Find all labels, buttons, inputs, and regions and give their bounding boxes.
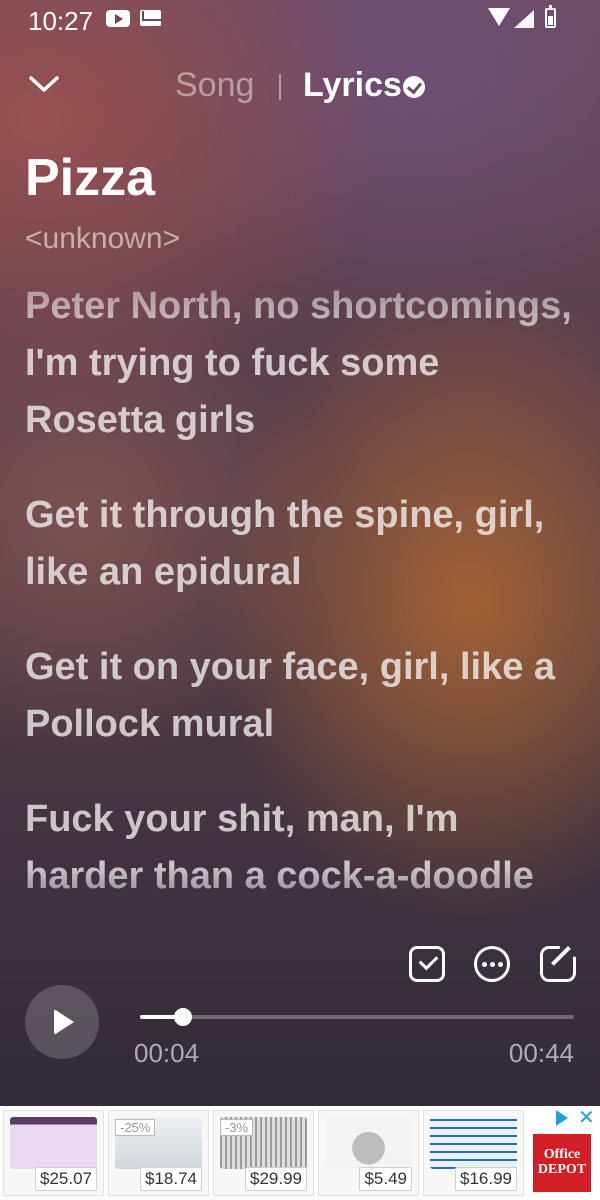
- song-title: Pizza: [25, 149, 156, 207]
- current-time: 00:04: [134, 1038, 200, 1068]
- ad-product[interactable]: -3% $29.99: [213, 1110, 314, 1196]
- ad-product[interactable]: -25% $18.74: [108, 1110, 209, 1196]
- lyric-stanza: Peter North, no shortcomings, I'm trying…: [25, 285, 572, 441]
- song-artist: <unknown>: [25, 222, 181, 255]
- progress-slider[interactable]: [140, 1008, 574, 1026]
- ad-product[interactable]: $5.49: [318, 1110, 419, 1196]
- ad-banner[interactable]: $25.07 -25% $18.74 -3% $29.99 $5.49 $16.…: [0, 1106, 600, 1200]
- play-button[interactable]: [25, 985, 99, 1059]
- edit-lyrics-button[interactable]: [540, 946, 576, 982]
- status-bar: 10:27: [0, 0, 600, 40]
- status-time: 10:27: [28, 6, 94, 36]
- ad-price: $5.49: [359, 1167, 412, 1191]
- ad-discount: -25%: [115, 1119, 156, 1136]
- lyrics-area[interactable]: Peter North, no shortcomings, I'm trying…: [25, 278, 585, 946]
- ad-price: $29.99: [245, 1167, 307, 1191]
- tab-lyrics[interactable]: Lyrics: [303, 66, 402, 105]
- calendar-product-image: [10, 1117, 97, 1169]
- ad-price: $25.07: [35, 1167, 97, 1191]
- lyric-stanza: Get it through the spine, girl, like an …: [25, 494, 545, 593]
- chevron-down-icon[interactable]: [28, 72, 60, 96]
- mail-icon: [140, 10, 161, 26]
- progress-thumb[interactable]: [174, 1008, 193, 1026]
- office-depot-logo[interactable]: Office DEPOT: [533, 1134, 591, 1192]
- wall-planner-product-image: [430, 1117, 517, 1169]
- total-time: 00:44: [508, 1038, 574, 1068]
- lyric-stanza: Fuck your shit, man, I'm harder than a c…: [25, 798, 534, 897]
- pencil-cup-product-image: [325, 1117, 412, 1169]
- adchoices-icon[interactable]: [556, 1110, 568, 1126]
- ad-product[interactable]: $16.99: [423, 1110, 524, 1196]
- lyric-stanza: Get it on your face, girl, like a Polloc…: [25, 646, 556, 745]
- ad-product[interactable]: $25.07: [3, 1110, 104, 1196]
- ad-price: $18.74: [140, 1167, 202, 1191]
- close-icon[interactable]: ✕: [578, 1108, 595, 1128]
- ad-price: $16.99: [455, 1167, 517, 1191]
- tab-song[interactable]: Song: [175, 66, 254, 105]
- battery-icon: [545, 5, 556, 28]
- more-options-button[interactable]: [474, 946, 510, 982]
- signal-icon: [514, 10, 534, 28]
- collapse-lyrics-button[interactable]: [409, 946, 445, 982]
- wifi-icon: [488, 8, 510, 26]
- tab-divider: [279, 74, 281, 100]
- youtube-icon: [106, 10, 130, 27]
- ad-discount: -3%: [220, 1119, 254, 1136]
- verified-check-icon: [403, 76, 425, 98]
